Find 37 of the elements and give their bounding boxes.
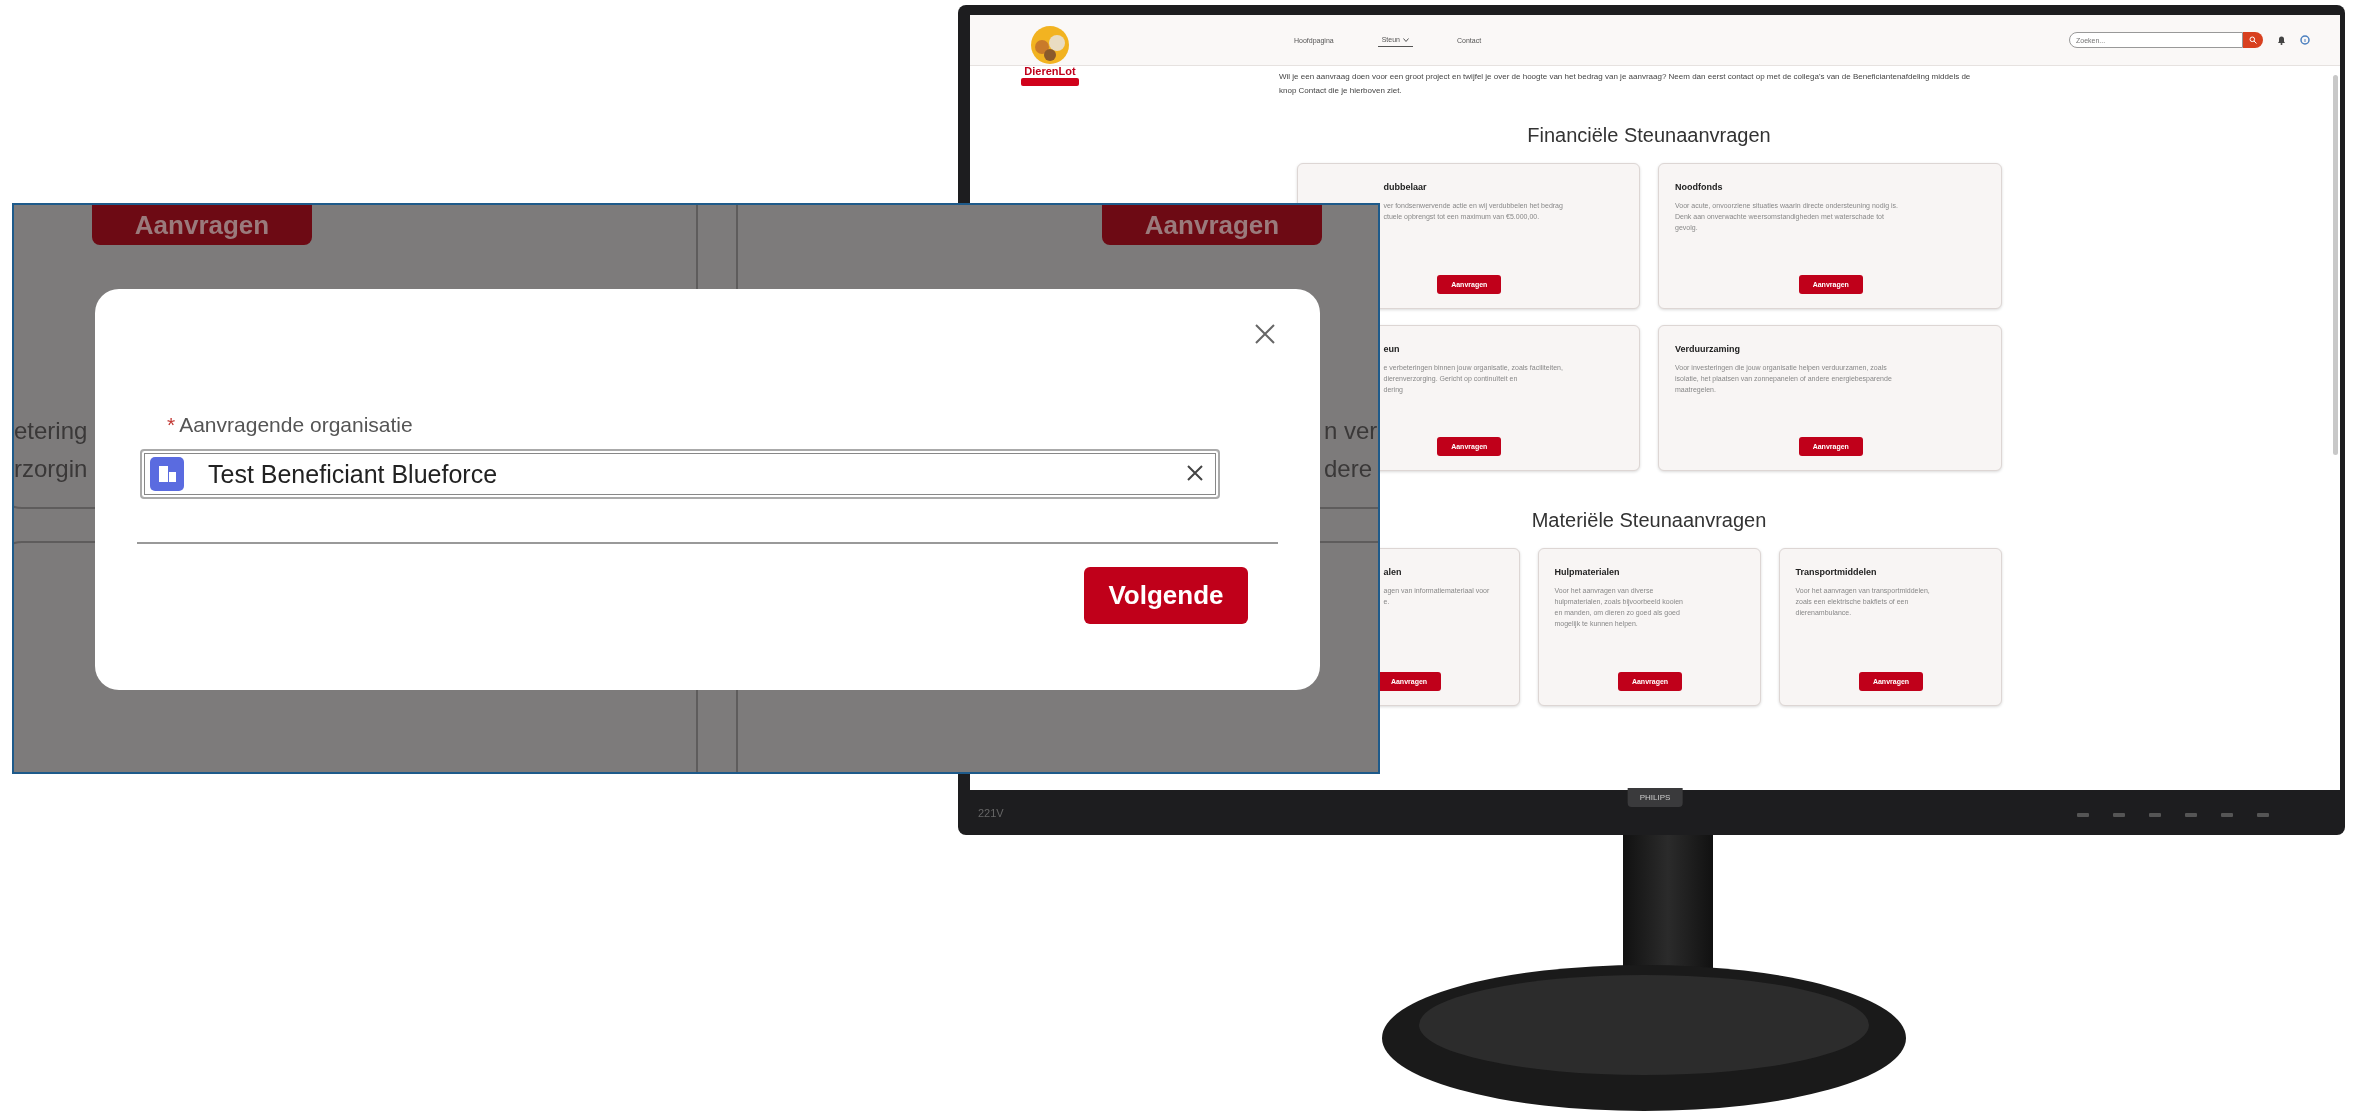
card-title: Transportmiddelen (1795, 567, 1878, 577)
logo-text: DierenLot (1024, 64, 1076, 77)
intro-paragraph: Wil je een aanvraag doen voor een groot project en twijfel je over de hoogte van het bedrag van je aanvraag? Neem dan eerst contact op met de collega's van de Beneficiantenafdeling middels de knop Contact die je hierboven ziet. (1279, 71, 1972, 97)
monitor-button-icon[interactable] (2148, 811, 2162, 818)
card-title: eun (1383, 344, 1401, 354)
monitor-button-icon[interactable] (2256, 811, 2270, 818)
bell-icon[interactable] (2277, 35, 2286, 45)
monitor-button-icon[interactable] (2076, 811, 2090, 818)
scrollbar[interactable] (2333, 75, 2338, 455)
model-label: 221V (978, 806, 1004, 819)
search-button[interactable] (2243, 32, 2263, 48)
monitor-button-icon[interactable] (2220, 811, 2234, 818)
dimmed-text: n ver (1324, 417, 1378, 445)
clear-icon (1186, 463, 1204, 482)
dimmed-text: rzorgin (14, 455, 88, 483)
required-asterisk: * (167, 413, 176, 437)
card-title: Noodfonds (1675, 182, 1724, 192)
dimmed-text: etering (14, 417, 88, 445)
search-icon (2249, 36, 2257, 44)
card-title: alen (1383, 567, 1403, 577)
close-icon (1254, 323, 1276, 345)
monitor-button-icon[interactable] (2112, 811, 2126, 818)
logo-badge (1021, 77, 1079, 86)
caret-icon (1403, 37, 1409, 42)
card-title: Verduurzaming (1675, 344, 1741, 354)
section-heading: Financiële Steunaanvragen (1527, 124, 1771, 147)
monitor-button-icon[interactable] (2184, 811, 2198, 818)
field-label: Aanvragende organisatie (179, 413, 413, 437)
card-title: Hulpmaterialen (1554, 567, 1621, 577)
card-title: dubbelaar (1383, 182, 1428, 192)
next-button[interactable]: Volgende (1084, 567, 1248, 624)
brand-plate: PHILIPS (1627, 788, 1683, 807)
info-icon[interactable] (2300, 35, 2310, 45)
organization-lookup-field[interactable]: Test Beneficiant Blueforce (140, 449, 1220, 499)
section-heading: Materiële Steunaanvragen (1531, 509, 1767, 532)
dimmed-text: dere (1324, 455, 1373, 483)
building-icon (150, 457, 184, 491)
